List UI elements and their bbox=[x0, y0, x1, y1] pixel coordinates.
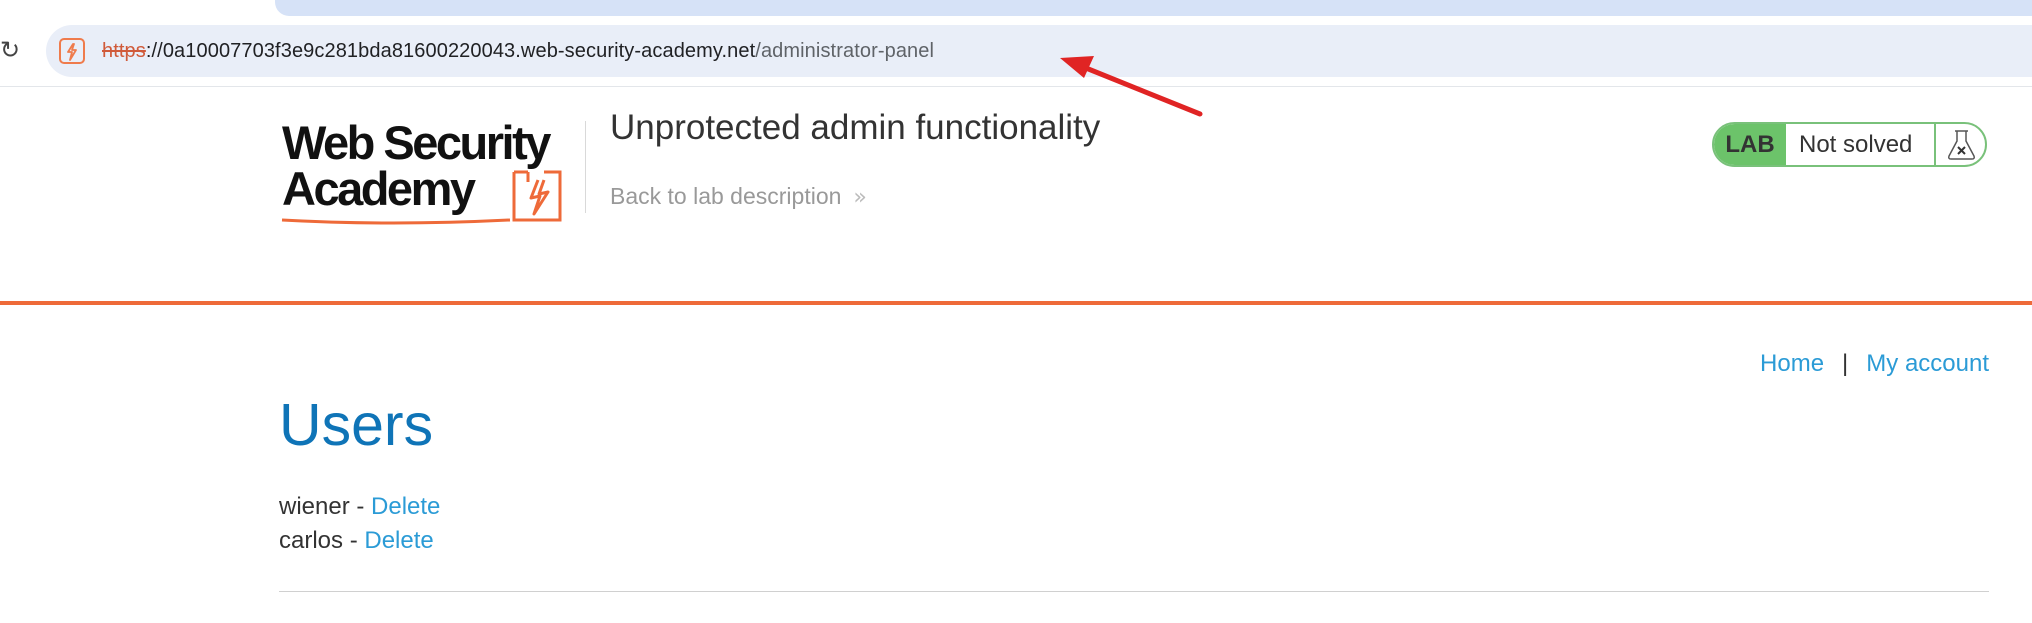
my-account-link[interactable]: My account bbox=[1866, 350, 1989, 377]
home-link[interactable]: Home bbox=[1760, 350, 1824, 377]
url-path: /administrator-panel bbox=[755, 40, 935, 62]
reload-icon[interactable]: ↻ bbox=[0, 37, 18, 63]
logo-underline bbox=[281, 218, 511, 225]
user-row: carlos - Delete bbox=[279, 524, 440, 558]
top-navigation: Home | My account bbox=[1760, 350, 1989, 378]
delete-wiener-link[interactable]: Delete bbox=[371, 493, 440, 520]
logo-bolt-icon bbox=[512, 170, 562, 222]
user-name: carlos bbox=[279, 527, 344, 554]
url-host: ://0a10007703f3e9c281bda81600220043.web-… bbox=[145, 40, 756, 62]
nav-separator: | bbox=[1842, 350, 1849, 377]
lab-badge: LAB bbox=[1714, 124, 1786, 165]
web-security-academy-logo[interactable]: Web Security Academy bbox=[280, 118, 580, 228]
flask-icon bbox=[1934, 124, 1985, 165]
user-list: wiener - Delete carlos - Delete bbox=[279, 490, 440, 558]
delete-carlos-link[interactable]: Delete bbox=[364, 527, 433, 554]
user-name: wiener bbox=[279, 493, 350, 520]
tab-strip bbox=[275, 0, 2032, 16]
logo-line-2: Academy bbox=[282, 162, 476, 215]
site-favicon-icon[interactable] bbox=[59, 38, 85, 64]
user-dash: - bbox=[343, 527, 365, 554]
chevron-right-icon: » bbox=[853, 185, 867, 210]
lab-status-text: Not solved bbox=[1799, 131, 1913, 158]
page-title: Users bbox=[279, 392, 434, 458]
lab-title: Unprotected admin functionality bbox=[610, 108, 1101, 147]
back-to-lab-description-link[interactable]: Back to lab description » bbox=[610, 183, 867, 210]
back-link-label: Back to lab description bbox=[610, 183, 842, 209]
header-divider bbox=[585, 121, 586, 213]
logo-line-1: Web Security bbox=[282, 116, 551, 169]
content-divider bbox=[279, 591, 1989, 592]
user-dash: - bbox=[349, 493, 372, 520]
lab-status-widget: LAB Not solved bbox=[1712, 122, 1987, 167]
url-scheme: https bbox=[102, 40, 146, 62]
user-row: wiener - Delete bbox=[279, 490, 440, 524]
header-separator bbox=[0, 301, 2032, 305]
url-text[interactable]: https://0a10007703f3e9c281bda81600220043… bbox=[102, 37, 934, 65]
